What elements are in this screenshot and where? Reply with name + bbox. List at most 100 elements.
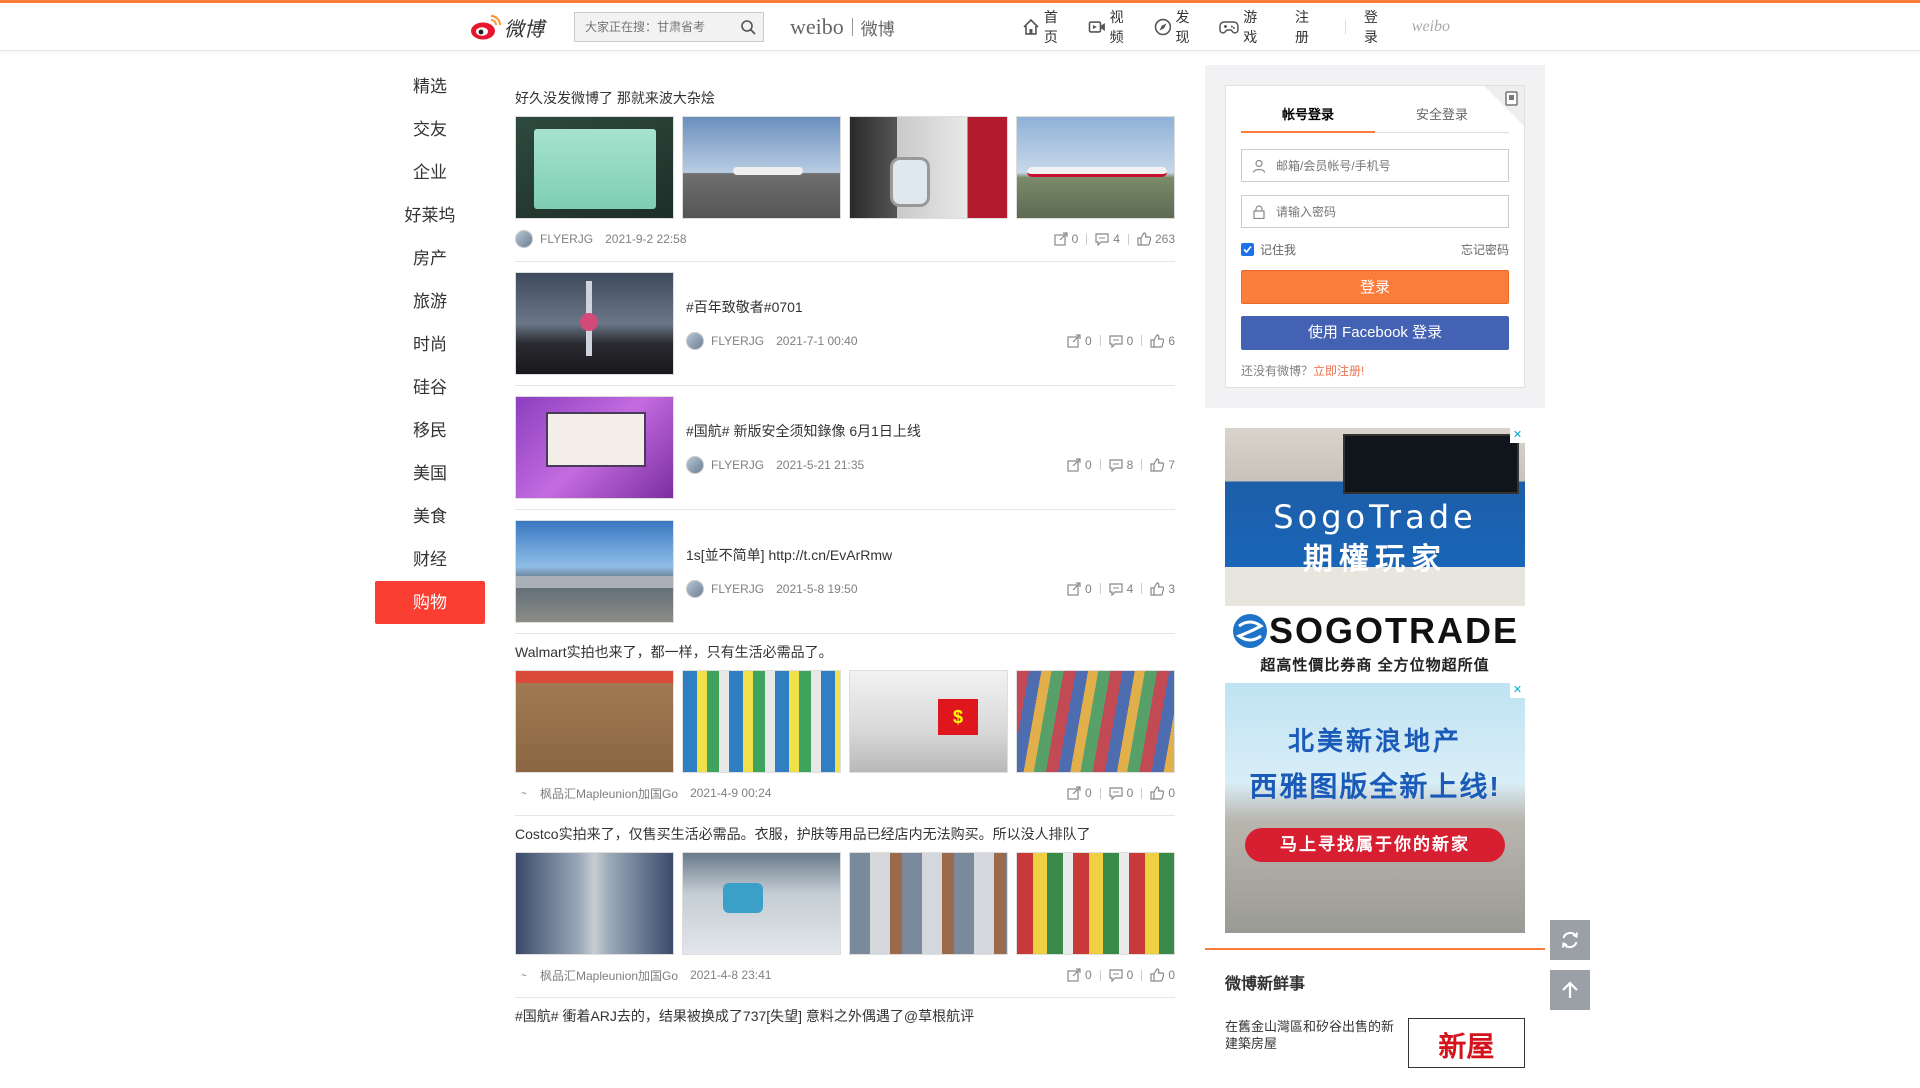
sidebar-item[interactable]: 房产 [375, 237, 485, 280]
post-image[interactable] [1016, 116, 1175, 219]
avatar[interactable] [686, 579, 704, 598]
nav-home[interactable]: 首页 [1022, 7, 1072, 47]
post-image[interactable] [515, 670, 674, 773]
avatar[interactable]: ~ [515, 784, 533, 802]
like-button[interactable]: 263 [1137, 232, 1175, 246]
sidebar-item[interactable]: 好莱坞 [375, 194, 485, 237]
post-author[interactable]: FLYERJG [711, 582, 764, 596]
post-image[interactable] [515, 116, 674, 219]
sidebar-item[interactable]: 企业 [375, 151, 485, 194]
comment-button[interactable]: 8 [1109, 458, 1133, 472]
post-title[interactable]: Walmart实拍也来了，都一样，只有生活必需品了。 [515, 642, 1175, 662]
login-button[interactable]: 登录 [1241, 270, 1509, 304]
comment-count: 4 [1126, 581, 1134, 596]
weibo-logo[interactable]: 微博 [470, 10, 560, 44]
post-author[interactable]: FLYERJG [711, 334, 764, 348]
share-button[interactable]: 0 [1067, 458, 1092, 472]
post-image[interactable] [1016, 670, 1175, 773]
post-title[interactable]: #国航# 衝着ARJ去的，结果被换成了737[失望] 意料之外偶遇了@草根航评 [515, 1006, 1175, 1026]
login-link[interactable]: 登录 [1364, 7, 1392, 47]
post-image[interactable] [682, 670, 841, 773]
search-input[interactable] [585, 20, 735, 34]
comment-button[interactable]: 4 [1095, 232, 1120, 246]
like-button[interactable]: 6 [1150, 334, 1175, 348]
avatar[interactable] [515, 230, 533, 248]
ad-close-button[interactable]: ✕ [1510, 683, 1525, 698]
post-author[interactable]: FLYERJG [711, 458, 764, 472]
post-image[interactable] [1016, 852, 1175, 955]
post-image[interactable] [849, 852, 1008, 955]
sogotrade-logo: SOGOTRADE [1231, 610, 1519, 652]
sidebar-item[interactable]: 移民 [375, 409, 485, 452]
sogotrade-brand-ad[interactable]: SOGOTRADE 超高性價比券商 全方位物超所值 [1225, 606, 1525, 678]
forgot-password-link[interactable]: 忘记密码 [1461, 241, 1509, 258]
avatar[interactable] [686, 331, 704, 350]
sidebar-item[interactable]: 精选 [375, 65, 485, 108]
post-author[interactable]: 枫品汇Mapleunion加国Go [540, 967, 678, 984]
weibo-brand[interactable]: weibo 微博 [790, 14, 895, 40]
post-title[interactable]: 好久没发微博了 那就来波大杂烩 [515, 88, 1175, 108]
like-button[interactable]: 0 [1150, 968, 1175, 982]
sidebar-item[interactable]: 旅游 [375, 280, 485, 323]
refresh-button[interactable] [1550, 920, 1590, 960]
comment-button[interactable]: 0 [1109, 786, 1133, 800]
facebook-login-button[interactable]: 使用 Facebook 登录 [1241, 316, 1509, 350]
sidebar-item-active[interactable]: 购物 [375, 581, 485, 624]
remember-checkbox[interactable] [1241, 243, 1254, 256]
username-input[interactable] [1276, 158, 1476, 173]
share-button[interactable]: 0 [1053, 232, 1078, 246]
share-button[interactable]: 0 [1067, 582, 1092, 596]
post-image[interactable] [515, 272, 674, 375]
register-link[interactable]: 注册 [1295, 7, 1323, 47]
search-button[interactable] [735, 14, 761, 40]
weibo-small-logo[interactable]: weibo [1412, 18, 1450, 36]
post-author[interactable]: 枫品汇Mapleunion加国Go [540, 785, 678, 802]
post-title[interactable]: Costco实拍来了，仅售买生活必需品。衣服，护肤等用品已经店内无法购买。所以没… [515, 824, 1175, 844]
post-image[interactable] [515, 520, 674, 623]
comment-button[interactable]: 0 [1109, 968, 1133, 982]
comment-button[interactable]: 4 [1109, 581, 1134, 596]
post-author[interactable]: FLYERJG [540, 232, 593, 246]
nav-discover[interactable]: 发现 [1154, 7, 1204, 47]
sidebar-item[interactable]: 财经 [375, 538, 485, 581]
nav-video[interactable]: 视频 [1088, 7, 1138, 47]
news-item-image[interactable]: 新屋 [1407, 1018, 1525, 1068]
share-button[interactable]: 0 [1067, 786, 1092, 800]
sidebar-item[interactable]: 交友 [375, 108, 485, 151]
share-button[interactable]: 0 [1067, 334, 1092, 348]
post-image[interactable] [682, 116, 841, 219]
weibo-eye-icon [470, 13, 502, 41]
post-title[interactable]: #百年致敬者#0701 [686, 297, 1175, 317]
like-button[interactable]: 0 [1150, 786, 1175, 800]
sidebar-item[interactable]: 美国 [375, 452, 485, 495]
post-image[interactable] [849, 116, 1008, 219]
sidebar-item[interactable]: 美食 [375, 495, 485, 538]
post-title[interactable]: #国航# 新版安全须知錄像 6月1日上线 [686, 421, 1175, 441]
share-button[interactable]: 0 [1067, 968, 1092, 982]
ad2-cta: 马上寻找属于你的新家 [1245, 828, 1505, 862]
like-button[interactable]: 3 [1150, 582, 1175, 596]
news-item[interactable]: 在舊金山灣區和矽谷出售的新建築房屋 新屋 [1225, 1018, 1525, 1068]
post-title[interactable]: 1s[並不简单] http://t.cn/EvArRmw [686, 545, 1175, 565]
post-image[interactable] [682, 852, 841, 955]
nav-games[interactable]: 游戏 [1219, 7, 1271, 47]
post-image[interactable]: $ [849, 670, 1008, 773]
sidebar-item[interactable]: 时尚 [375, 323, 485, 366]
qr-login-corner[interactable] [1484, 86, 1524, 126]
news-item-text[interactable]: 在舊金山灣區和矽谷出售的新建築房屋 [1225, 1018, 1396, 1068]
tab-account-login[interactable]: 帐号登录 [1241, 104, 1375, 133]
ad-close-button[interactable]: ✕ [1510, 428, 1525, 443]
like-button[interactable]: 7 [1150, 458, 1175, 472]
avatar[interactable] [686, 455, 704, 474]
nav-games-label: 游戏 [1243, 9, 1258, 45]
post-image[interactable] [515, 852, 674, 955]
back-to-top-button[interactable] [1550, 970, 1590, 1010]
sina-realestate-ad[interactable]: 北美新浪地产 西雅图版全新上线! 马上寻找属于你的新家 ✕ [1225, 683, 1525, 933]
register-now-link[interactable]: 立即注册! [1313, 364, 1364, 378]
comment-button[interactable]: 0 [1109, 334, 1133, 348]
sogotrade-ad[interactable]: SogoTrade 期權玩家 ✕ [1225, 428, 1525, 606]
post-image[interactable] [515, 396, 674, 499]
avatar[interactable]: ~ [515, 966, 533, 984]
sidebar-item[interactable]: 硅谷 [375, 366, 485, 409]
password-input[interactable] [1276, 204, 1476, 219]
